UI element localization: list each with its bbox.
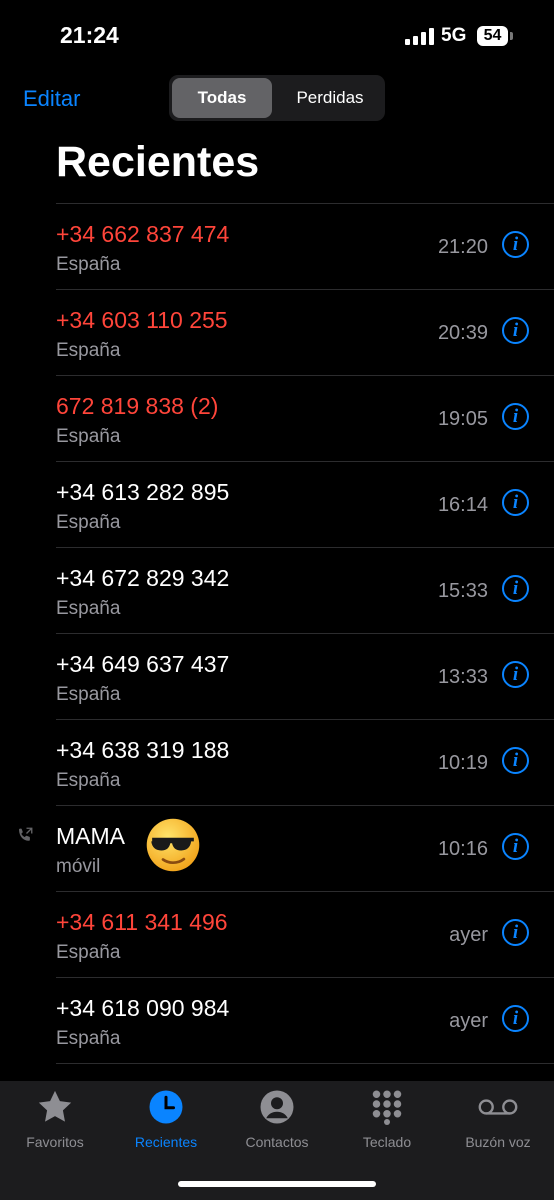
caller-label: España [56, 426, 121, 447]
caller-name: +34 638 319 188 [56, 737, 230, 763]
caller-label: España [56, 340, 121, 361]
voicemail-icon [478, 1087, 518, 1127]
caller-label: móvil [56, 856, 101, 877]
info-icon[interactable]: i [502, 231, 529, 258]
call-time: 10:19 [437, 752, 488, 774]
page-title: Recientes [56, 138, 260, 186]
tab-keypad[interactable]: Teclado [332, 1087, 442, 1150]
call-time: 16:14 [437, 494, 488, 516]
caller-label: España [56, 254, 121, 275]
battery-icon: 54 [477, 26, 508, 46]
status-bar: 21:24 5G 54 [0, 0, 554, 70]
call-time: 21:20 [437, 236, 488, 258]
segment-all[interactable]: Todas [172, 78, 272, 118]
call-row[interactable]: 672 819 838 (2) España 19:05 i [56, 376, 554, 462]
info-icon[interactable]: i [502, 317, 529, 344]
call-time: 10:16 [437, 838, 488, 860]
caller-label: España [56, 770, 121, 791]
info-icon[interactable]: i [502, 489, 529, 516]
call-row[interactable]: +34 672 829 342 España 15:33 i [56, 548, 554, 634]
call-time: 20:39 [437, 322, 488, 344]
caller-name: 672 819 838 (2) [56, 393, 219, 419]
call-row[interactable]: +34 613 282 895 España 16:14 i [56, 462, 554, 548]
edit-button[interactable]: Editar [23, 86, 80, 112]
info-icon[interactable]: i [502, 833, 529, 860]
caller-name: +34 672 829 342 [56, 565, 230, 591]
call-time: 13:33 [437, 666, 488, 688]
call-row[interactable]: +34 662 837 474 España 21:20 i [56, 204, 554, 290]
caller-label: España [56, 684, 121, 705]
call-time: ayer [449, 1010, 488, 1032]
call-row[interactable]: +34 649 637 437 España 13:33 i [56, 634, 554, 720]
info-icon[interactable]: i [502, 1005, 529, 1032]
tab-label: Contactos [245, 1134, 309, 1150]
recent-calls-list: +34 662 837 474 España 21:20 i +34 603 110 2… [0, 204, 554, 1064]
caller-name: +34 613 282 895 [56, 479, 230, 505]
tab-label: Buzón voz [465, 1134, 531, 1150]
network-type: 5G [441, 25, 467, 46]
call-time: 19:05 [437, 408, 488, 430]
caller-name: MAMA [56, 823, 125, 849]
battery-tip [510, 32, 513, 40]
call-row[interactable]: +34 638 319 188 España 10:19 i [56, 720, 554, 806]
person-circle-icon [257, 1087, 297, 1127]
caller-label: España [56, 942, 121, 963]
segment-missed[interactable]: Perdidas [277, 78, 383, 118]
status-time: 21:24 [60, 22, 119, 48]
tab-favorites[interactable]: Favoritos [0, 1087, 110, 1150]
caller-name: +34 662 837 474 [56, 221, 230, 247]
call-row[interactable]: +34 611 341 496 España ayer i [56, 892, 554, 978]
outgoing-call-icon [19, 827, 33, 841]
info-icon[interactable]: i [502, 403, 529, 430]
tab-voicemail[interactable]: Buzón voz [443, 1087, 553, 1150]
info-icon[interactable]: i [502, 661, 529, 688]
star-icon [35, 1087, 75, 1127]
caller-name: +34 611 341 496 [56, 909, 228, 935]
tab-label: Recientes [134, 1134, 198, 1150]
call-time: ayer [449, 924, 488, 946]
tab-label: Teclado [362, 1134, 412, 1150]
call-time: 15:33 [437, 580, 488, 602]
call-row[interactable]: +34 618 090 984 España ayer i [56, 978, 554, 1064]
cellular-signal-icon [405, 28, 434, 45]
caller-label: España [56, 1028, 121, 1049]
caller-name: +34 618 090 984 [56, 995, 230, 1021]
call-row[interactable]: MAMA móvil 10:16 i [19, 806, 554, 892]
call-row[interactable]: +34 603 110 255 España 20:39 i [56, 290, 554, 376]
battery-level: 54 [483, 27, 502, 44]
home-indicator[interactable] [178, 1181, 376, 1187]
keypad-icon [367, 1087, 407, 1127]
tab-label: Favoritos [26, 1134, 84, 1150]
caller-label: España [56, 598, 121, 619]
info-icon[interactable]: i [502, 747, 529, 774]
sunglasses-emoji-icon [146, 818, 200, 872]
tab-recents[interactable]: Recientes [111, 1087, 221, 1150]
tab-contacts[interactable]: Contactos [222, 1087, 332, 1150]
clock-icon [146, 1087, 186, 1127]
info-icon[interactable]: i [502, 919, 529, 946]
caller-name: +34 603 110 255 [56, 307, 228, 333]
filter-segmented-control: Todas Perdidas [169, 75, 385, 121]
info-icon[interactable]: i [502, 575, 529, 602]
caller-label: España [56, 512, 121, 533]
caller-name: +34 649 637 437 [56, 651, 230, 677]
